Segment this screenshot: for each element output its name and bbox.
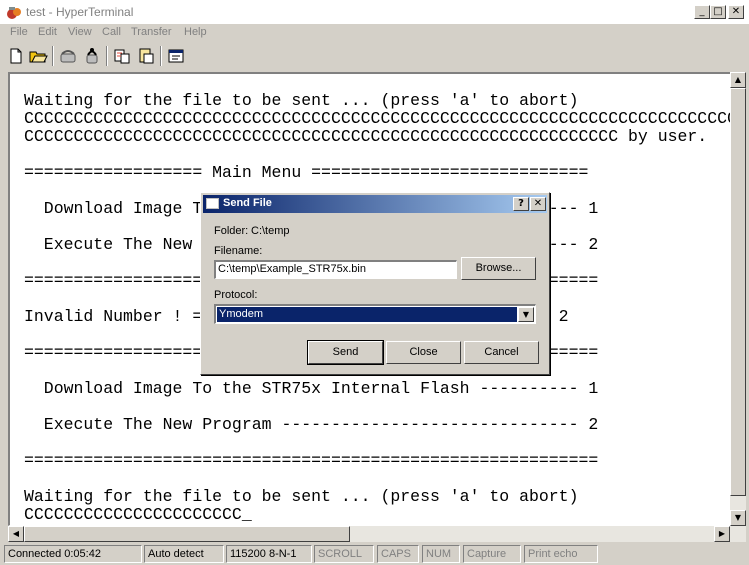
scroll-left-icon[interactable]: ◀ <box>8 526 24 542</box>
folder-value: C:\temp <box>251 225 290 237</box>
phone-icon[interactable] <box>58 46 78 66</box>
vertical-scroll-thumb[interactable] <box>730 88 746 496</box>
status-bar: Connected 0:05:42 Auto detect 115200 8-N… <box>0 544 749 565</box>
dialog-title: Send File <box>223 197 272 209</box>
send-icon[interactable] <box>112 46 132 66</box>
menu-edit[interactable]: Edit <box>38 26 57 38</box>
status-settings: 115200 8-N-1 <box>226 545 312 563</box>
protocol-selected-value: Ymodem <box>217 307 517 322</box>
menu-bar: File Edit View Call Transfer Help <box>0 24 749 42</box>
horizontal-scroll-thumb[interactable] <box>24 526 350 542</box>
status-capture: Capture <box>463 545 521 563</box>
new-icon[interactable] <box>6 46 26 66</box>
cancel-button[interactable]: Cancel <box>464 341 539 364</box>
dialog-title-bar: Send File ? ✕ <box>203 195 547 213</box>
menu-transfer[interactable]: Transfer <box>131 26 172 38</box>
send-button[interactable]: Send <box>307 340 384 365</box>
toolbar-separator <box>160 46 162 66</box>
terminal-line: ================== Main Menu ===========… <box>24 163 589 182</box>
protocol-select[interactable]: Ymodem ▼ <box>214 304 536 324</box>
menu-call[interactable]: Call <box>102 26 121 38</box>
terminal-line: CCCCCCCCCCCCCCCCCCCCCCCCCCCCCCCCCCCCCCCC… <box>24 109 730 128</box>
menu-file[interactable]: File <box>10 26 28 38</box>
status-num: NUM <box>422 545 460 563</box>
close-dialog-button[interactable]: Close <box>386 341 461 364</box>
menu-view[interactable]: View <box>68 26 92 38</box>
maximize-button[interactable]: □ <box>710 5 726 19</box>
terminal-line: CCCCCCCCCCCCCCCCCCCCCC_ <box>24 505 252 524</box>
send-file-dialog: Send File ? ✕ Folder: C:\temp Filename: … <box>200 192 550 375</box>
terminal-line: ========================================… <box>24 451 599 470</box>
terminal-line: Waiting for the file to be sent ... (pre… <box>24 487 579 506</box>
scroll-up-icon[interactable]: ▲ <box>730 72 746 88</box>
dialog-window-icon <box>206 198 219 209</box>
status-connected: Connected 0:05:42 <box>4 545 142 563</box>
window-title: test - HyperTerminal <box>26 5 134 19</box>
menu-help[interactable]: Help <box>184 26 207 38</box>
scroll-down-icon[interactable]: ▼ <box>730 510 746 526</box>
title-bar: test - HyperTerminal _ □ ✕ <box>0 0 749 24</box>
terminal-line: CCCCCCCCCCCCCCCCCCCCCCCCCCCCCCCCCCCCCCCC… <box>24 127 708 146</box>
hyperterminal-icon <box>7 7 21 19</box>
terminal-line: Execute The New Program ----------------… <box>24 415 599 434</box>
minimize-button[interactable]: _ <box>694 5 710 19</box>
toolbar-separator <box>52 46 54 66</box>
status-print-echo: Print echo <box>524 545 598 563</box>
scroll-right-icon[interactable]: ▶ <box>714 526 730 542</box>
open-icon[interactable] <box>28 46 48 66</box>
dialog-close-button[interactable]: ✕ <box>530 197 546 211</box>
dropdown-arrow-icon[interactable]: ▼ <box>518 307 534 322</box>
status-caps: CAPS <box>377 545 419 563</box>
status-scroll: SCROLL <box>314 545 374 563</box>
filename-input[interactable]: C:\temp\Example_STR75x.bin <box>214 260 457 279</box>
toolbar-separator <box>106 46 108 66</box>
terminal-line: Waiting for the file to be sent ... (pre… <box>24 91 579 110</box>
folder-label: Folder: <box>214 225 249 237</box>
toolbar <box>0 42 749 70</box>
status-detect: Auto detect <box>144 545 224 563</box>
filename-label: Filename: <box>214 245 263 257</box>
disconnect-icon[interactable] <box>82 46 102 66</box>
close-button[interactable]: ✕ <box>728 5 744 19</box>
vertical-scrollbar[interactable]: ▲ ▼ <box>730 72 746 526</box>
properties-icon[interactable] <box>166 46 186 66</box>
horizontal-scrollbar[interactable]: ◀ ▶ <box>8 526 746 542</box>
browse-button[interactable]: Browse... <box>461 257 536 280</box>
receive-icon[interactable] <box>136 46 156 66</box>
terminal-line: Download Image To the STR75x Internal Fl… <box>24 379 599 398</box>
protocol-label: Protocol: <box>214 289 258 301</box>
dialog-help-button[interactable]: ? <box>513 197 529 211</box>
